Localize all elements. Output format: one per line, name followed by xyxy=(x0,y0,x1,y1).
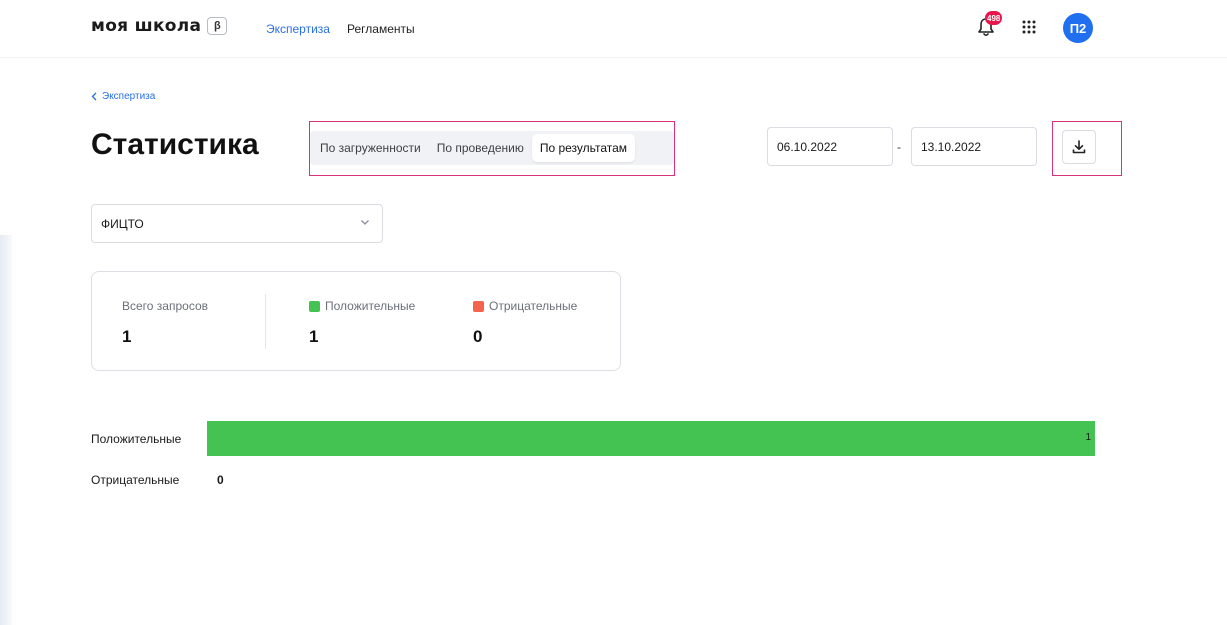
organization-select[interactable]: ФИЦТО xyxy=(91,204,383,243)
stat-total-label: Всего запросов xyxy=(122,299,209,313)
stat-negative-value: 0 xyxy=(473,327,483,346)
stat-negative-label: Отрицательные xyxy=(489,299,578,313)
stat-negative: Отрицательные 0 xyxy=(473,299,577,347)
download-highlight-frame xyxy=(1052,121,1122,176)
positive-color-dot xyxy=(309,300,320,312)
page-title: Статистика xyxy=(91,128,259,161)
beta-badge: β xyxy=(207,17,228,35)
result-row-label-positive: Положительные xyxy=(91,432,182,446)
stat-positive-label: Положительные xyxy=(325,299,416,313)
date-to-input[interactable]: 13.10.2022 xyxy=(911,127,1037,166)
chevron-down-icon xyxy=(361,220,369,225)
breadcrumb[interactable]: Экспертиза xyxy=(91,91,155,102)
tabs-highlight-frame xyxy=(309,121,675,176)
grid-icon[interactable] xyxy=(1022,20,1036,34)
notifications-badge: 498 xyxy=(985,11,1003,25)
stat-total-value: 1 xyxy=(122,327,132,346)
stat-positive: Положительные 1 xyxy=(309,299,415,347)
chevron-left-icon xyxy=(91,92,97,101)
nav-link-expertise[interactable]: Экспертиза xyxy=(266,22,330,36)
date-separator: - xyxy=(897,140,901,154)
top-header: моя школа β Экспертиза Регламенты 498 П2 xyxy=(0,0,1227,58)
result-bar-value-negative: 0 xyxy=(217,473,224,487)
stat-positive-value: 1 xyxy=(309,327,319,346)
select-value: ФИЦТО xyxy=(101,216,144,231)
negative-color-dot xyxy=(473,300,484,312)
logo-text: моя школа xyxy=(91,16,202,36)
result-bar-positive: 1 xyxy=(207,421,1095,456)
stats-divider xyxy=(265,294,266,349)
stats-card: Всего запросов 1 Положительные 1 Отрицат… xyxy=(91,271,621,371)
left-panel-shade xyxy=(0,235,12,625)
stat-total: Всего запросов 1 xyxy=(122,299,208,347)
nav-link-regulations[interactable]: Регламенты xyxy=(347,22,415,36)
result-bar-track-positive: 1 xyxy=(207,421,1095,456)
user-avatar[interactable]: П2 xyxy=(1063,13,1093,43)
breadcrumb-label: Экспертиза xyxy=(102,91,156,102)
date-from-input[interactable]: 06.10.2022 xyxy=(767,127,893,166)
logo[interactable]: моя школа β xyxy=(91,16,228,36)
result-bar-value-positive: 1 xyxy=(1085,432,1091,443)
result-row-label-negative: Отрицательные xyxy=(91,473,180,487)
